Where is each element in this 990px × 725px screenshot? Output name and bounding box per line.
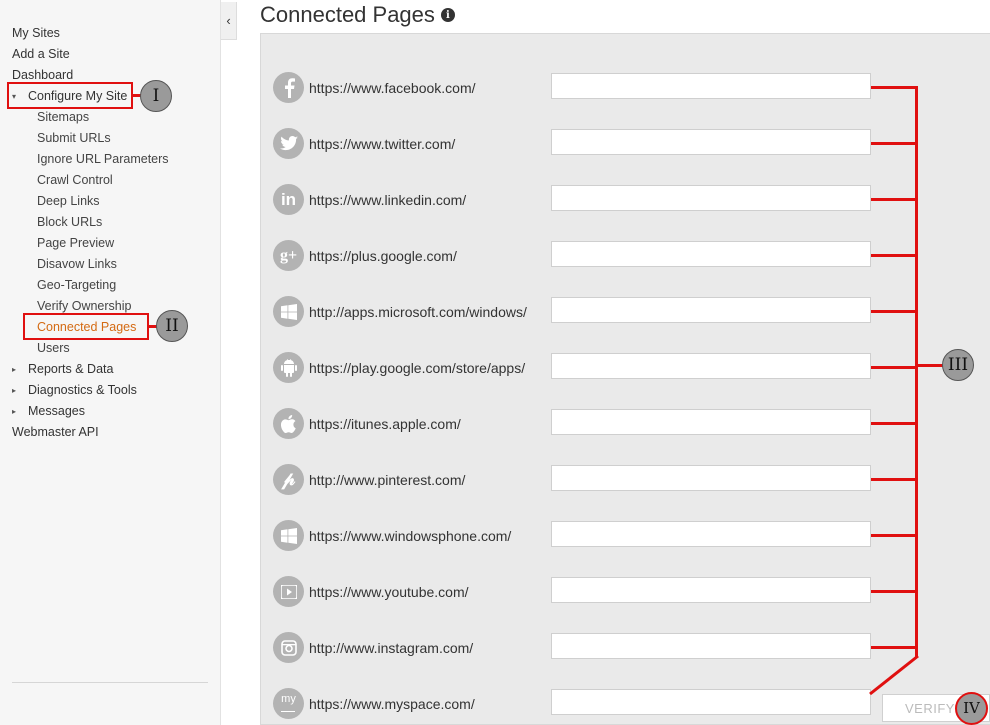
annotation-tick [871, 534, 918, 537]
connected-page-url-input[interactable] [551, 465, 871, 491]
sidebar-item-webmaster-api[interactable]: Webmaster API [12, 424, 99, 440]
connected-page-row: http://apps.microsoft.com/windows/ [273, 296, 873, 328]
annotation-tick [871, 646, 918, 649]
site-url-label: https://itunes.apple.com/ [309, 416, 461, 432]
android-icon [273, 352, 304, 383]
site-url-label: http://apps.microsoft.com/windows/ [309, 304, 527, 320]
annotation-tick [871, 254, 918, 257]
sidebar-item-diagnostics-tools[interactable]: ▸ Diagnostics & Tools [12, 382, 137, 400]
sidebar-item-add-a-site[interactable]: Add a Site [12, 46, 70, 62]
annotation-diagonal-line [869, 654, 919, 696]
connected-page-url-input[interactable] [551, 689, 871, 715]
annotation-tick [871, 86, 918, 89]
connected-page-url-input[interactable] [551, 409, 871, 435]
site-url-label: https://www.linkedin.com/ [309, 192, 467, 208]
myspace-icon: my [273, 688, 304, 719]
connected-page-url-input[interactable] [551, 521, 871, 547]
connected-page-row: https://play.google.com/store/apps/ [273, 352, 873, 384]
annotation-connector [915, 364, 943, 367]
annotation-highlight-configure [7, 82, 133, 109]
connected-page-row: in https://www.linkedin.com/ [273, 184, 873, 216]
sidebar-item-label: Messages [28, 404, 85, 418]
sidebar: My Sites Add a Site Dashboard ▾ Configure… [0, 0, 221, 725]
windows-icon [273, 296, 304, 327]
connected-page-url-input[interactable] [551, 633, 871, 659]
site-url-label: http://www.pinterest.com/ [309, 472, 466, 488]
connected-page-row: 𝓅 http://www.pinterest.com/ [273, 464, 873, 496]
page-title: Connected Pages [260, 2, 435, 27]
annotation-tick [871, 198, 918, 201]
sidebar-item-deep-links[interactable]: Deep Links [37, 193, 100, 209]
sidebar-item-crawl-control[interactable]: Crawl Control [37, 172, 113, 188]
sidebar-item-label: Diagnostics & Tools [28, 383, 137, 397]
sidebar-item-sitemaps[interactable]: Sitemaps [37, 109, 89, 125]
annotation-callout-1: I [140, 80, 172, 112]
site-url-label: https://www.facebook.com/ [309, 80, 476, 96]
sidebar-item-page-preview[interactable]: Page Preview [37, 235, 114, 251]
connected-page-row: https://www.windowsphone.com/ [273, 520, 873, 552]
sidebar-item-my-sites[interactable]: My Sites [12, 25, 60, 41]
sidebar-item-dashboard[interactable]: Dashboard [12, 67, 73, 83]
apple-icon [273, 408, 304, 439]
annotation-tick [871, 422, 918, 425]
annotation-callout-3: III [942, 349, 974, 381]
chevron-left-icon: ‹ [226, 13, 231, 28]
connected-page-row: http://www.instagram.com/ [273, 632, 873, 664]
annotation-tick [871, 142, 918, 145]
site-url-label: https://www.windowsphone.com/ [309, 528, 512, 544]
connected-page-row: https://www.youtube.com/ [273, 576, 873, 608]
sidebar-item-users[interactable]: Users [37, 340, 70, 356]
annotation-callout-2: II [156, 310, 188, 342]
connected-page-url-input[interactable] [551, 353, 871, 379]
connected-page-url-input[interactable] [551, 73, 871, 99]
connected-page-row: my https://www.myspace.com/ [273, 688, 873, 720]
site-url-label: https://plus.google.com/ [309, 248, 457, 264]
connected-page-row: https://itunes.apple.com/ [273, 408, 873, 440]
sidebar-item-messages[interactable]: ▸ Messages [12, 403, 85, 421]
sidebar-item-label: Reports & Data [28, 362, 114, 376]
connected-page-row: https://www.twitter.com/ [273, 128, 873, 160]
sidebar-item-verify-ownership[interactable]: Verify Ownership [37, 298, 131, 314]
connected-page-row: https://www.facebook.com/ [273, 72, 873, 104]
sidebar-item-block-urls[interactable]: Block URLs [37, 214, 102, 230]
annotation-bracket-line [915, 86, 918, 657]
site-url-label: https://www.twitter.com/ [309, 136, 456, 152]
youtube-icon [273, 576, 304, 607]
site-url-label: https://play.google.com/store/apps/ [309, 360, 526, 376]
annotation-tick [871, 478, 918, 481]
page-header: Connected Pages i [260, 2, 455, 28]
collapsed-caret-icon: ▸ [12, 407, 17, 416]
connected-page-url-input[interactable] [551, 297, 871, 323]
sidebar-item-disavow-links[interactable]: Disavow Links [37, 256, 117, 272]
google-plus-icon: g+ [273, 240, 304, 271]
annotation-tick [871, 310, 918, 313]
connected-page-url-input[interactable] [551, 241, 871, 267]
connected-page-row: g+ https://plus.google.com/ [273, 240, 873, 272]
site-url-label: http://www.instagram.com/ [309, 640, 474, 656]
connected-page-url-input[interactable] [551, 185, 871, 211]
sidebar-item-reports-data[interactable]: ▸ Reports & Data [12, 361, 113, 379]
collapsed-caret-icon: ▸ [12, 365, 17, 374]
annotation-tick [871, 590, 918, 593]
connected-page-url-input[interactable] [551, 129, 871, 155]
pinterest-icon: 𝓅 [273, 464, 304, 495]
linkedin-icon: in [273, 184, 304, 215]
annotation-callout-4: IV [955, 692, 988, 725]
info-icon[interactable]: i [440, 8, 455, 22]
sidebar-divider [12, 682, 208, 683]
annotation-highlight-connected-pages [23, 313, 149, 340]
collapsed-caret-icon: ▸ [12, 386, 17, 395]
connected-page-url-input[interactable] [551, 577, 871, 603]
collapse-sidebar-button[interactable]: ‹ [221, 2, 237, 40]
site-url-label: https://www.myspace.com/ [309, 696, 475, 712]
sidebar-item-submit-urls[interactable]: Submit URLs [37, 130, 111, 146]
sidebar-item-geo-targeting[interactable]: Geo-Targeting [37, 277, 116, 293]
twitter-icon [273, 128, 304, 159]
site-url-label: https://www.youtube.com/ [309, 584, 469, 600]
annotation-tick [871, 366, 918, 369]
sidebar-item-ignore-url-parameters[interactable]: Ignore URL Parameters [37, 151, 169, 167]
windows-phone-icon [273, 520, 304, 551]
instagram-icon [273, 632, 304, 663]
facebook-icon [273, 72, 304, 103]
